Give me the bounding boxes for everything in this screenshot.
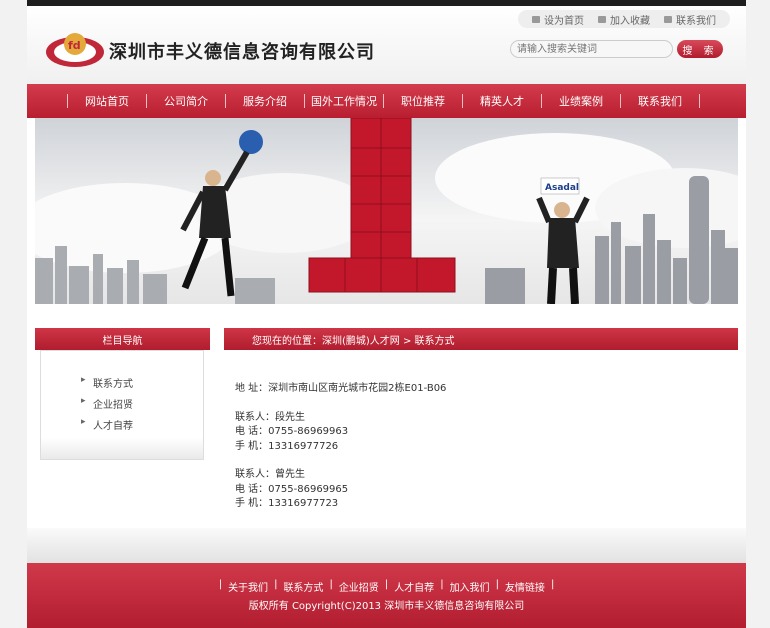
search-button[interactable]: 搜 索 [677,40,723,58]
breadcrumb: 您现在的位置：深圳(鹏城)人才网 > 联系方式 [224,328,738,350]
nav-item-contact[interactable]: 联系我们 [621,84,699,118]
footer: | 关于我们 | 联系方式 | 企业招贤 | 人才自荐 | 加入我们 | 友情链接 | 版权… [27,563,746,628]
contact-person-1: 联系人：段先生 [235,411,305,423]
header: fd 深圳市丰义德信息咨询有限公司 设为首页 加入收藏 联系我们 搜 索 [27,6,746,84]
footer-link-recruit[interactable]: 企业招贤 [339,579,379,594]
footer-link-contact[interactable]: 联系方式 [283,579,323,594]
nav-item-home[interactable]: 网站首页 [68,84,146,118]
main-nav: 网站首页 公司简介 服务介绍 国外工作情况 职位推荐 精英人才 业绩案例 联系我… [27,84,746,118]
phone-1: 电 话：0755-86969963 [235,426,349,437]
sidebar-item-contact[interactable]: 联系方式 [81,375,203,396]
footer-link-join[interactable]: 加入我们 [450,579,490,594]
company-name: 深圳市丰义德信息咨询有限公司 [109,42,375,63]
footer-divider-band [27,528,746,563]
page: fd 深圳市丰义德信息咨询有限公司 设为首页 加入收藏 联系我们 搜 索 网站首… [27,0,746,628]
svg-text:fd: fd [68,39,81,52]
sidebar-item-self-recommend[interactable]: 人才自荐 [81,417,203,438]
star-icon [598,15,606,23]
search-input[interactable] [510,40,673,58]
nav-item-services[interactable]: 服务介绍 [226,84,304,118]
banner-sign-text: Asadal [545,183,579,193]
company-logo[interactable]: fd [45,30,105,68]
nav-divider [699,94,700,108]
footer-link-friends[interactable]: 友情链接 [505,579,545,594]
footer-link-about[interactable]: 关于我们 [228,579,268,594]
sidebar-item-recruit[interactable]: 企业招贤 [81,396,203,417]
copyright: 版权所有 Copyright(C)2013 深圳市丰义德信息咨询有限公司 [248,601,525,612]
top-links: 设为首页 加入收藏 联系我们 [518,10,730,28]
sidebar-menu: 联系方式 企业招贤 人才自荐 [40,350,204,460]
nav-item-talent[interactable]: 精英人才 [463,84,541,118]
nav-item-cases[interactable]: 业绩案例 [542,84,620,118]
add-favorite-link[interactable]: 加入收藏 [598,12,650,27]
mobile-1: 手 机：13316977726 [235,440,339,452]
nav-item-jobs[interactable]: 职位推荐 [384,84,462,118]
mail-icon [664,15,672,23]
footer-links: | 关于我们 | 联系方式 | 企业招贤 | 人才自荐 | 加入我们 | 友情链接 | [218,579,555,594]
set-homepage-link[interactable]: 设为首页 [532,12,584,27]
sidebar-title: 栏目导航 [35,328,210,350]
contact-info: 地 址：深圳市南山区南光城市花园2栋E01-B06 联系人：段先生 电 话：07… [235,382,446,512]
home-icon [532,15,540,23]
contact-person-2: 联系人：曾先生 [235,469,305,480]
banner-image: Asadal [35,118,738,304]
address-line: 地 址：深圳市南山区南光城市花园2栋E01-B06 [235,383,447,394]
mobile-2: 手 机：13316977723 [235,498,339,509]
nav-item-about[interactable]: 公司简介 [147,84,225,118]
phone-2: 电 话：0755-86969965 [235,483,349,495]
contact-us-link[interactable]: 联系我们 [664,12,716,27]
footer-link-self-recommend[interactable]: 人才自荐 [394,579,434,594]
nav-item-overseas[interactable]: 国外工作情况 [305,84,383,118]
